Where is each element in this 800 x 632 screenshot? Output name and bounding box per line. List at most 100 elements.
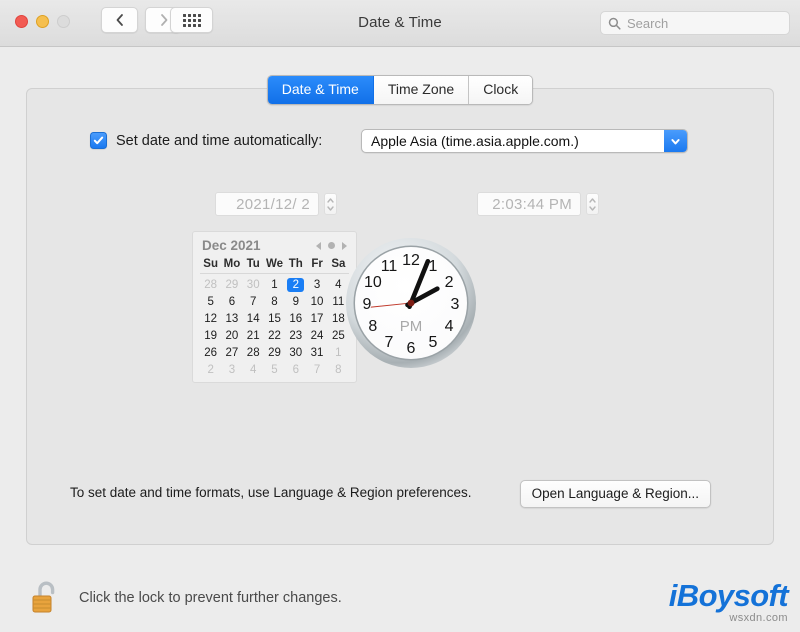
window-titlebar: Date & Time Search <box>0 0 800 47</box>
calendar-day[interactable]: 20 <box>221 327 242 344</box>
search-field[interactable]: Search <box>600 11 790 35</box>
calendar-day[interactable]: 2 <box>200 361 221 378</box>
calendar-day[interactable]: 8 <box>264 293 285 310</box>
lock-row: Click the lock to prevent further change… <box>29 578 342 618</box>
clock-numeral-4: 4 <box>445 318 454 335</box>
date-stepper[interactable] <box>324 193 337 215</box>
tab-time-zone[interactable]: Time Zone <box>373 76 470 104</box>
dot-icon[interactable] <box>328 242 335 249</box>
calendar-day[interactable]: 19 <box>200 327 221 344</box>
calendar-day-label: 5 <box>271 363 278 376</box>
calendar-day-label: 3 <box>313 278 321 291</box>
calendar-day[interactable]: 4 <box>243 361 264 378</box>
open-language-region-button[interactable]: Open Language & Region... <box>519 480 711 508</box>
calendar-day-label: 26 <box>204 346 218 359</box>
calendar-day[interactable]: 30 <box>243 276 264 293</box>
iboysoft-logo: iBoysoft <box>668 578 789 613</box>
chevron-down-icon <box>671 138 680 144</box>
time-server-value: Apple Asia (time.asia.apple.com.) <box>371 133 579 149</box>
calendar-day[interactable]: 10 <box>306 293 327 310</box>
calendar-day[interactable]: 6 <box>221 293 242 310</box>
svg-text:PM: PM <box>400 318 423 335</box>
time-stepper[interactable] <box>586 193 599 215</box>
calendar-day[interactable]: 27 <box>221 344 242 361</box>
calendar-day[interactable]: 30 <box>285 344 306 361</box>
clock-numeral-12: 12 <box>402 252 420 269</box>
preference-tabs: Date & Time Time Zone Clock <box>0 75 800 105</box>
date-time-panel: Set date and time automatically: Apple A… <box>26 88 774 545</box>
calendar-day-label: 18 <box>331 312 345 325</box>
calendar-day[interactable]: 29 <box>221 276 242 293</box>
calendar-day[interactable]: 24 <box>306 327 327 344</box>
calendar-day[interactable]: 1 <box>264 276 285 293</box>
format-note: To set date and time formats, use Langua… <box>70 485 472 500</box>
dropdown-arrow-button[interactable] <box>664 130 687 152</box>
calendar-day[interactable]: 16 <box>285 310 306 327</box>
tab-clock[interactable]: Clock <box>469 76 533 104</box>
calendar-day[interactable]: 15 <box>264 310 285 327</box>
calendar-day-label: 1 <box>271 278 278 291</box>
calendar-day[interactable]: 7 <box>306 361 327 378</box>
calendar-day[interactable]: 3 <box>221 361 242 378</box>
calendar-day[interactable]: 13 <box>221 310 242 327</box>
calendar-day-label: 25 <box>331 329 345 342</box>
date-input[interactable]: 2021/12/ 2 <box>215 192 319 216</box>
calendar-day-label: 15 <box>268 312 281 325</box>
calendar-day[interactable]: 28 <box>200 276 221 293</box>
stepper-down-icon <box>327 205 334 211</box>
calendar-day[interactable]: 21 <box>243 327 264 344</box>
calendar-day[interactable]: 22 <box>264 327 285 344</box>
calendar-weekday-we: We <box>265 258 284 270</box>
calendar-day-label: 28 <box>204 278 218 291</box>
calendar-day[interactable]: 2 <box>285 276 306 293</box>
calendar-day-label: 5 <box>207 295 214 308</box>
time-server-dropdown[interactable]: Apple Asia (time.asia.apple.com.) <box>361 129 688 153</box>
calendar-day[interactable]: 26 <box>200 344 221 361</box>
calendar-day-label: 29 <box>268 346 281 359</box>
stepper-down-icon <box>589 205 596 211</box>
calendar-day-label: 6 <box>292 363 299 376</box>
calendar-day[interactable]: 14 <box>243 310 264 327</box>
calendar-day-label: 3 <box>228 363 236 376</box>
calendar-widget[interactable]: Dec 2021 Su Mo Tu We Th Fr Sa 28 29 30 1 2 3 4 5 6 7 8 9 10… <box>192 231 357 383</box>
tab-date-and-time[interactable]: Date & Time <box>267 76 374 104</box>
calendar-day[interactable]: 9 <box>285 293 306 310</box>
calendar-day[interactable]: 23 <box>285 327 306 344</box>
clock-numeral-3: 3 <box>451 296 460 313</box>
calendar-day-label: 11 <box>332 295 345 308</box>
calendar-day-label: 7 <box>313 363 321 376</box>
clock-numeral-6: 6 <box>407 340 416 357</box>
triangle-left-icon[interactable] <box>316 241 321 250</box>
watermark: iBoysoft wsxdn.com <box>668 578 789 624</box>
calendar-month-label: Dec 2021 <box>202 238 261 253</box>
time-input[interactable]: 2:03:44 PM <box>477 192 581 216</box>
calendar-weekday-mo: Mo <box>223 258 241 270</box>
calendar-day-label: 2 <box>207 363 214 376</box>
lock-message: Click the lock to prevent further change… <box>79 590 342 606</box>
calendar-day[interactable]: 17 <box>306 310 327 327</box>
calendar-day-label: 30 <box>289 346 303 359</box>
calendar-day-label: 7 <box>250 295 257 308</box>
calendar-day[interactable]: 6 <box>285 361 306 378</box>
calendar-day[interactable]: 3 <box>306 276 327 293</box>
calendar-day[interactable]: 5 <box>264 361 285 378</box>
set-automatically-label: Set date and time automatically: <box>116 132 323 149</box>
calendar-weekday-su: Su <box>203 258 218 270</box>
calendar-day-label: 23 <box>289 329 303 342</box>
unlocked-padlock-icon[interactable] <box>29 578 63 618</box>
set-automatically-checkbox[interactable] <box>90 132 107 149</box>
stepper-up-icon <box>327 197 334 203</box>
calendar-day-label: 2 <box>287 277 305 292</box>
checkmark-icon <box>93 136 104 145</box>
calendar-day[interactable]: 31 <box>306 344 327 361</box>
calendar-day[interactable]: 12 <box>200 310 221 327</box>
calendar-day-label: 12 <box>204 312 218 325</box>
clock-center-pin <box>407 299 415 307</box>
calendar-day[interactable]: 5 <box>200 293 221 310</box>
calendar-day[interactable]: 29 <box>264 344 285 361</box>
set-automatically-row: Set date and time automatically: <box>90 132 322 149</box>
calendar-day[interactable]: 28 <box>243 344 264 361</box>
calendar-day[interactable]: 7 <box>243 293 264 310</box>
clock-numeral-5: 5 <box>429 334 438 351</box>
stepper-up-icon <box>589 197 596 203</box>
